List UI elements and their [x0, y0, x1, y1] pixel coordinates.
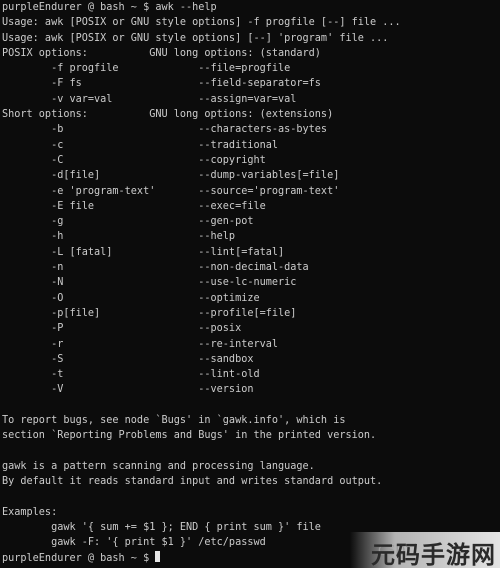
terminal-line: -r --re-interval: [2, 338, 279, 350]
text-cursor: [155, 550, 161, 562]
terminal-line: -O --optimize: [2, 292, 260, 304]
terminal-line: Usage: awk [POSIX or GNU style options] …: [2, 32, 389, 44]
terminal-line: POSIX options: GNU long options: (standa…: [2, 47, 321, 59]
terminal-line: gawk is a pattern scanning and processin…: [2, 460, 315, 472]
watermark: CSD 元码手游网: [350, 532, 500, 568]
terminal-line: -N --use-lc-numeric: [2, 277, 297, 289]
terminal-line: -c --traditional: [2, 139, 279, 151]
terminal-window[interactable]: purpleEndurer @ bash ~ $ awk --help Usag…: [0, 0, 500, 568]
terminal-line: -e 'program-text' --source='program-text…: [2, 185, 340, 197]
terminal-line: section `Reporting Problems and Bugs' in…: [2, 430, 377, 442]
terminal-line: -P --posix: [2, 323, 242, 335]
terminal-line: -f progfile --file=progfile: [2, 63, 291, 75]
terminal-line: -t --lint-old: [2, 369, 260, 381]
terminal-line: -v var=val --assign=var=val: [2, 93, 297, 105]
terminal-line: Short options: GNU long options: (extens…: [2, 109, 334, 121]
watermark-logo-text: 元码手游网: [371, 541, 496, 568]
terminal-line: Usage: awk [POSIX or GNU style options] …: [2, 17, 401, 29]
terminal-line: -d[file] --dump-variables[=file]: [2, 170, 340, 182]
terminal-line: -h --help: [2, 231, 236, 243]
terminal-line: -C --copyright: [2, 154, 266, 166]
terminal-line: -L [fatal] --lint[=fatal]: [2, 246, 285, 258]
terminal-line: -E file --exec=file: [2, 200, 266, 212]
terminal-line: -V --version: [2, 384, 254, 396]
terminal-line: -g --gen-pot: [2, 216, 254, 228]
terminal-line: -F fs --field-separator=fs: [2, 78, 321, 90]
terminal-line: Examples:: [2, 506, 58, 518]
terminal-line: -p[file] --profile[=file]: [2, 307, 297, 319]
terminal-prompt: purpleEndurer @ bash ~ $: [2, 552, 156, 564]
terminal-line: -S --sandbox: [2, 353, 254, 365]
terminal-line: By default it reads standard input and w…: [2, 476, 383, 488]
terminal-line: -b --characters-as-bytes: [2, 124, 328, 136]
terminal-line: -n --non-decimal-data: [2, 262, 309, 274]
terminal-line: purpleEndurer @ bash ~ $ awk --help: [2, 2, 217, 13]
terminal-line: To report bugs, see node `Bugs' in `gawk…: [2, 415, 346, 427]
